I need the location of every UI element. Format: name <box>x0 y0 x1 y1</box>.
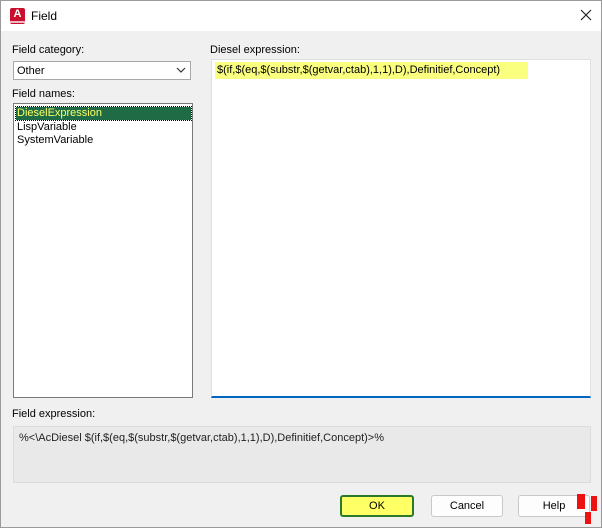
field-names-label: Field names: <box>12 88 75 100</box>
diesel-expression-input[interactable]: $(if,$(eq,$(substr,$(getvar,ctab),1,1),D… <box>211 59 591 398</box>
title-bar: A Field <box>1 1 601 31</box>
field-category-select[interactable]: Other <box>13 61 191 80</box>
cancel-button[interactable]: Cancel <box>431 495 503 517</box>
field-category-value: Other <box>17 65 45 77</box>
field-expression-value: %<\AcDiesel $(if,$(eq,$(substr,$(getvar,… <box>19 432 384 444</box>
autocad-app-icon: A <box>10 8 25 24</box>
window-title: Field <box>31 9 58 23</box>
chevron-down-icon <box>176 67 186 73</box>
diesel-expression-value: $(if,$(eq,$(substr,$(getvar,ctab),1,1),D… <box>215 62 529 79</box>
close-button[interactable] <box>571 1 601 31</box>
list-item-system-variable[interactable]: SystemVariable <box>16 134 93 147</box>
field-names-list[interactable]: DieselExpression LispVariable SystemVari… <box>13 103 193 398</box>
field-expression-display: %<\AcDiesel $(if,$(eq,$(substr,$(getvar,… <box>13 426 591 483</box>
ok-button[interactable]: OK <box>340 495 414 517</box>
field-category-label: Field category: <box>12 44 85 56</box>
app-icon-letter: A <box>13 8 22 20</box>
field-dialog: A Field Field category: Other Field name… <box>0 0 602 528</box>
list-item-diesel-expression[interactable]: DieselExpression <box>15 106 192 121</box>
list-item-lisp-variable[interactable]: LispVariable <box>16 121 77 134</box>
field-expression-label: Field expression: <box>12 408 96 420</box>
close-icon <box>580 9 592 21</box>
diesel-expression-label: Diesel expression: <box>210 44 300 56</box>
